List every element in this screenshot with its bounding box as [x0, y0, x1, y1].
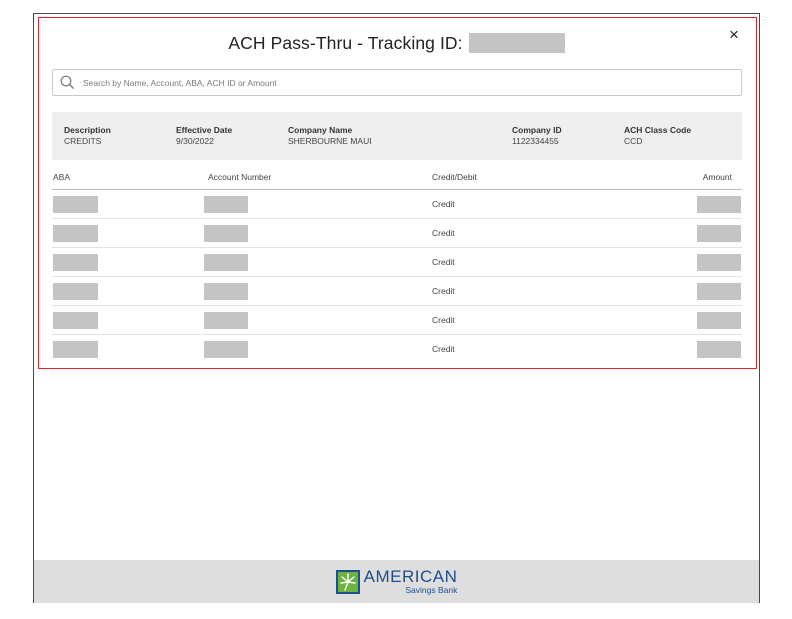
column-header-aba[interactable]: ABA	[53, 172, 70, 182]
bank-logo-icon	[335, 569, 360, 594]
logo-main-text: AMERICAN	[363, 567, 458, 587]
account-number-redacted	[204, 254, 248, 271]
bank-logo-text: AMERICAN Savings Bank	[364, 568, 458, 595]
modal-title: ACH Pass-Thru - Tracking ID:	[228, 32, 463, 53]
credit-debit-cell: Credit	[432, 257, 455, 267]
account-number-redacted	[204, 225, 248, 242]
column-header-credit-debit[interactable]: Credit/Debit	[432, 172, 477, 182]
summary-label: ACH Class Code	[624, 125, 692, 135]
modal-footer: AMERICAN Savings Bank	[34, 560, 759, 603]
summary-value: 1122334455	[512, 136, 559, 146]
summary-effective-date: Effective Date 9/30/2022	[176, 125, 232, 147]
summary-label: Company Name	[288, 125, 353, 135]
transaction-summary: Description CREDITS Effective Date 9/30/…	[52, 112, 742, 160]
summary-value: SHERBOURNE MAUI	[288, 136, 372, 146]
logo-sub-text: Savings Bank	[405, 585, 458, 596]
summary-value: CREDITS	[64, 136, 102, 146]
tracking-id-redacted	[468, 33, 565, 53]
account-number-redacted	[204, 341, 248, 358]
summary-company-id: Company ID 1122334455	[512, 125, 562, 147]
table-body: Credit Credit Credit Credit Credit Credi…	[52, 190, 742, 364]
account-number-redacted	[204, 312, 248, 329]
account-number-redacted	[204, 283, 248, 300]
summary-label: Description	[64, 125, 111, 135]
credit-debit-cell: Credit	[432, 344, 455, 354]
summary-value: CCD	[624, 136, 643, 146]
credit-debit-cell: Credit	[432, 228, 455, 238]
summary-company-name: Company Name SHERBOURNE MAUI	[288, 125, 372, 147]
account-number-redacted	[204, 196, 248, 213]
bank-logo: AMERICAN Savings Bank	[335, 568, 458, 595]
table-header: ABA Account Number Credit/Debit Amount	[52, 166, 742, 190]
aba-redacted	[53, 196, 98, 213]
table-row[interactable]: Credit	[52, 248, 742, 277]
amount-redacted	[697, 312, 741, 329]
search-input[interactable]	[83, 77, 683, 88]
modal-header: ACH Pass-Thru - Tracking ID:	[34, 28, 759, 58]
aba-redacted	[53, 254, 98, 271]
summary-label: Company ID	[512, 125, 562, 135]
table-row[interactable]: Credit	[52, 190, 742, 219]
amount-redacted	[697, 225, 741, 242]
table-row[interactable]: Credit	[52, 219, 742, 248]
table-row[interactable]: Credit	[52, 335, 742, 364]
amount-redacted	[697, 196, 741, 213]
summary-ach-class-code: ACH Class Code CCD	[624, 125, 691, 147]
table-row[interactable]: Credit	[52, 277, 742, 306]
amount-redacted	[697, 283, 741, 300]
search-icon	[60, 74, 78, 92]
modal-frame: ACH Pass-Thru - Tracking ID: × Descripti…	[33, 13, 760, 603]
amount-redacted	[697, 341, 741, 358]
credit-debit-cell: Credit	[432, 199, 455, 209]
column-header-account-number[interactable]: Account Number	[208, 172, 271, 182]
credit-debit-cell: Credit	[432, 286, 455, 296]
table-row[interactable]: Credit	[52, 306, 742, 335]
aba-redacted	[53, 312, 98, 329]
amount-redacted	[697, 254, 741, 271]
aba-redacted	[53, 341, 98, 358]
summary-value: 9/30/2022	[176, 136, 214, 146]
entries-table: ABA Account Number Credit/Debit Amount C…	[52, 166, 742, 364]
close-icon: ×	[729, 25, 739, 44]
column-header-amount[interactable]: Amount	[703, 172, 732, 182]
aba-redacted	[53, 283, 98, 300]
summary-label: Effective Date	[176, 125, 233, 135]
credit-debit-cell: Credit	[432, 315, 455, 325]
close-button[interactable]: ×	[723, 24, 745, 46]
search-box[interactable]	[52, 69, 742, 96]
aba-redacted	[53, 225, 98, 242]
summary-description: Description CREDITS	[64, 125, 111, 147]
